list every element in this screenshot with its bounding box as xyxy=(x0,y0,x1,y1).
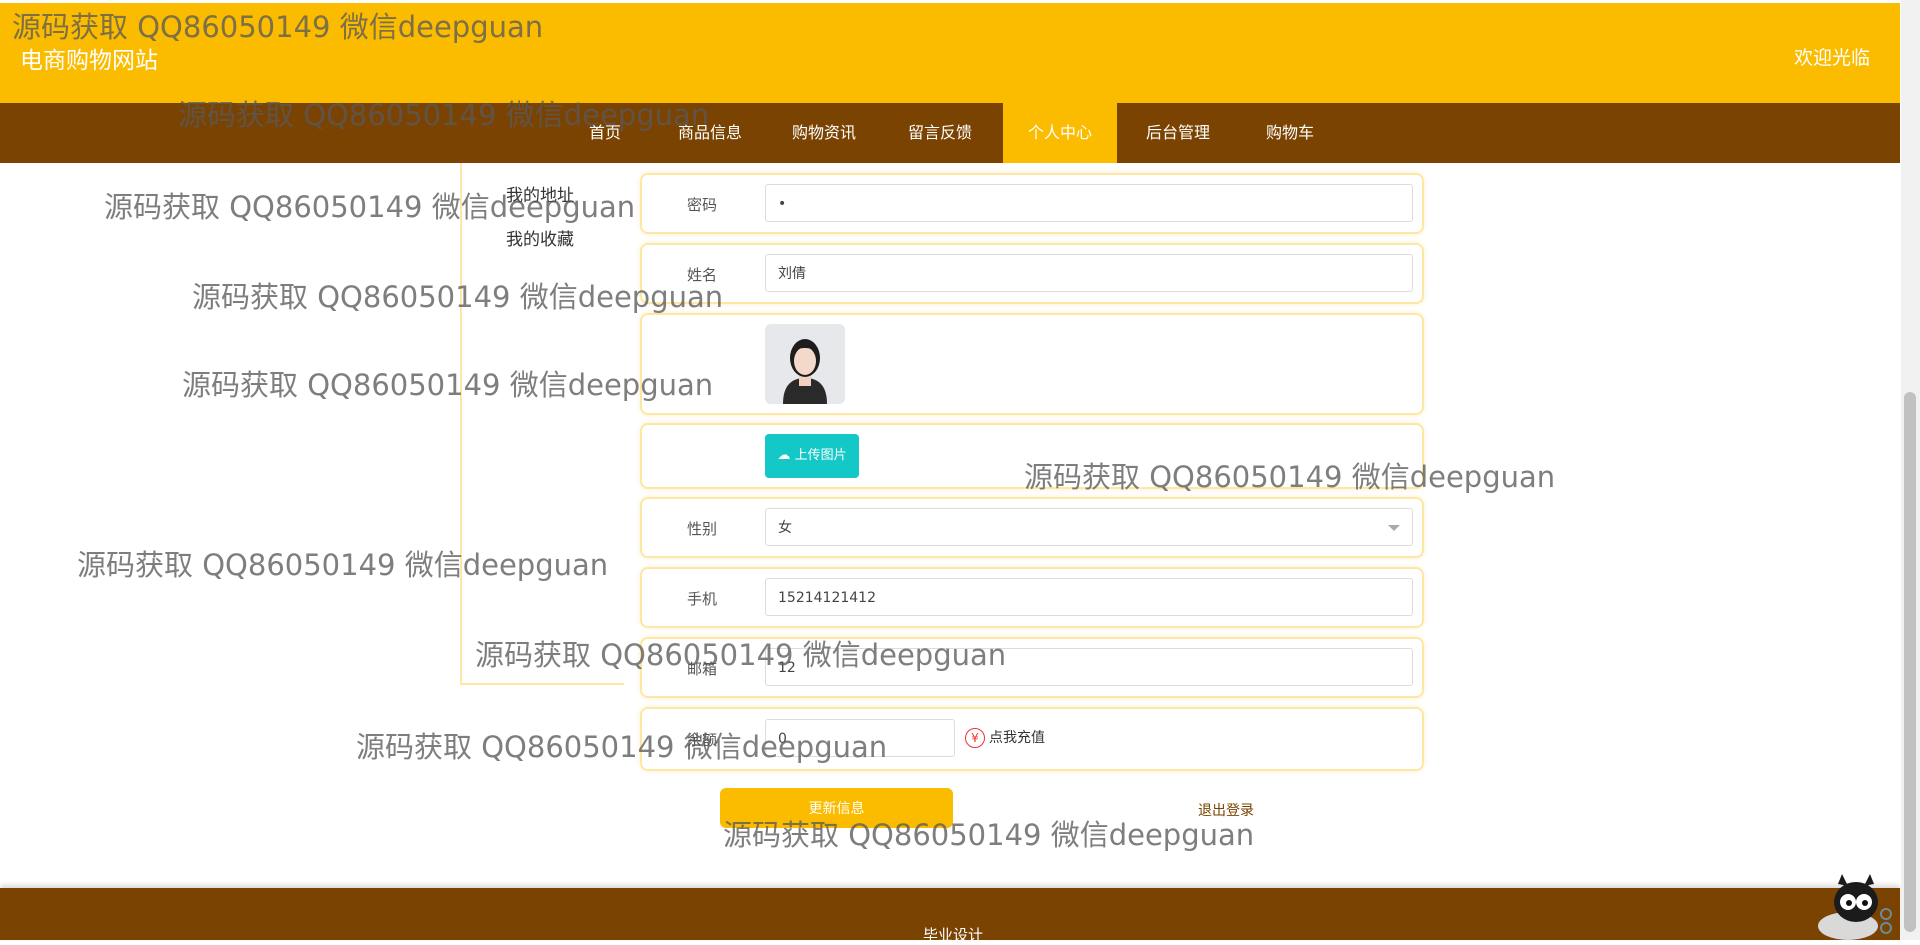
scrollbar-thumb[interactable] xyxy=(1904,392,1916,932)
profile-sidebar: 我的地址 我的收藏 xyxy=(460,163,624,685)
watermark-text: 源码获取 QQ86050149 微信deepguan xyxy=(723,818,1255,852)
name-row: 姓名 刘倩 xyxy=(640,243,1424,304)
recharge-label: 点我充值 xyxy=(989,730,1045,746)
gender-select[interactable]: 女 xyxy=(765,508,1413,546)
phone-field[interactable]: 15214121412 xyxy=(765,578,1413,616)
watermark-text: 源码获取 QQ86050149 微信deepguan xyxy=(192,280,724,314)
chevron-down-icon xyxy=(1388,525,1400,531)
watermark-text: 源码获取 QQ86050149 微信deepguan xyxy=(178,98,710,132)
nav-admin[interactable]: 后台管理 xyxy=(1138,103,1218,163)
watermark-text: 源码获取 QQ86050149 微信deepguan xyxy=(182,368,714,402)
watermark-text: 源码获取 QQ86050149 微信deepguan xyxy=(475,638,1007,672)
nav-feedback[interactable]: 留言反馈 xyxy=(900,103,980,163)
recharge-link[interactable]: ¥ 点我充值 xyxy=(965,727,1045,748)
password-label: 密码 xyxy=(686,196,717,214)
gender-row: 性别 女 xyxy=(640,497,1424,558)
sidebar-item-favorites[interactable]: 我的收藏 xyxy=(506,225,574,250)
watermark-text: 源码获取 QQ86050149 微信deepguan xyxy=(77,548,609,582)
name-field[interactable]: 刘倩 xyxy=(765,254,1413,292)
watermark-text: 源码获取 QQ86050149 微信deepguan xyxy=(12,10,544,44)
yen-icon: ¥ xyxy=(965,728,985,748)
avatar-row xyxy=(640,313,1424,415)
password-row: 密码 • xyxy=(640,173,1424,234)
footer-text: 毕业设计 xyxy=(923,926,984,944)
nav-profile[interactable]: 个人中心 xyxy=(1003,103,1117,163)
watermark-text: 源码获取 QQ86050149 微信deepguan xyxy=(104,190,636,224)
nav-news[interactable]: 购物资讯 xyxy=(784,103,864,163)
welcome-text: 欢迎光临 xyxy=(1793,47,1870,69)
cloud-upload-icon: ☁ xyxy=(777,448,791,463)
watermark-text: 源码获取 QQ86050149 微信deepguan xyxy=(1024,460,1556,494)
nav-cart[interactable]: 购物车 xyxy=(1260,103,1320,163)
password-field[interactable]: • xyxy=(765,184,1413,222)
gender-value: 女 xyxy=(778,520,792,536)
phone-row: 手机 15214121412 xyxy=(640,567,1424,628)
gender-label: 性别 xyxy=(686,520,717,538)
watermark-text: 源码获取 QQ86050149 微信deepguan xyxy=(356,730,888,764)
site-title[interactable]: 电商购物网站 xyxy=(20,41,158,75)
phone-label: 手机 xyxy=(686,590,717,608)
upload-button-label: 上传图片 xyxy=(794,448,847,463)
avatar xyxy=(765,324,845,404)
footer: 毕业设计 xyxy=(0,888,1900,944)
upload-image-button[interactable]: ☁ 上传图片 xyxy=(765,434,859,478)
mascot-icon[interactable] xyxy=(1812,874,1892,940)
